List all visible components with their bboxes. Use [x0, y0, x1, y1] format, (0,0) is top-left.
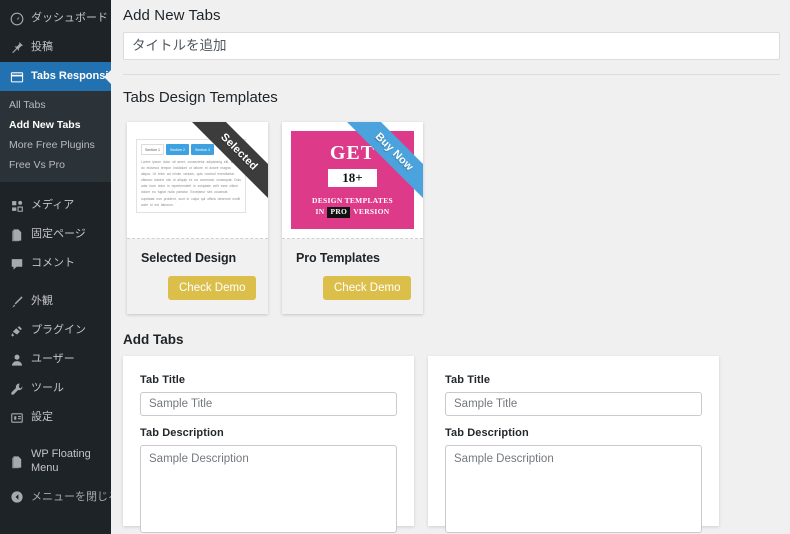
- sidebar-item-label: コメント: [31, 257, 75, 270]
- pro-line2-suffix: VERSION: [353, 207, 390, 216]
- tab-title-label: Tab Title: [445, 374, 491, 386]
- sidebar-item-dashboard[interactable]: ダッシュボード: [0, 4, 111, 33]
- sidebar-item-label: ツール: [31, 382, 64, 395]
- tab-description-label: Tab Description: [445, 427, 529, 439]
- sidebar-collapse-label: メニューを閉じる: [31, 490, 111, 503]
- sidebar-collapse-menu[interactable]: メニューを閉じる: [0, 483, 111, 512]
- pro-line2-prefix: IN: [315, 207, 325, 216]
- template-card-selected-design[interactable]: Section 1 Section 2 Section 3 Lorem ipsu…: [127, 122, 268, 314]
- check-demo-button[interactable]: Check Demo: [323, 276, 412, 300]
- sidebar-item-tools[interactable]: ツール: [0, 374, 111, 403]
- main-content: Add New Tabs Tabs Design Templates Secti…: [111, 0, 790, 534]
- tab-title-input[interactable]: [445, 392, 702, 416]
- sidebar-item-users[interactable]: ユーザー: [0, 345, 111, 374]
- user-icon: [9, 352, 24, 367]
- page-title: Add New Tabs: [123, 7, 221, 24]
- collapse-icon: [9, 490, 24, 505]
- sidebar-divider: [0, 432, 111, 441]
- sidebar-item-plugins[interactable]: プラグイン: [0, 316, 111, 345]
- tab-entry-card: Tab Title Tab Description: [123, 356, 414, 533]
- sidebar-item-free-vs-pro[interactable]: Free Vs Pro: [0, 155, 111, 175]
- tab-description-textarea[interactable]: [140, 445, 397, 533]
- mock-tab: Section 3: [190, 144, 214, 155]
- template-name: Pro Templates: [296, 251, 380, 265]
- template-preview: GET 18+ DESIGN TEMPLATES IN PRO VERSION …: [282, 122, 423, 239]
- mock-tab: Section 1: [141, 144, 164, 155]
- sidebar-item-appearance[interactable]: 外観: [0, 287, 111, 316]
- sidebar-item-label: ダッシュボード: [31, 12, 108, 25]
- mock-tab: Section 2: [165, 144, 189, 155]
- sidebar-item-posts[interactable]: 投稿: [0, 33, 111, 62]
- tab-entry-card: Tab Title Tab Description: [428, 356, 719, 533]
- add-tabs-container: Tab Title Tab Description Tab Title Tab …: [123, 356, 780, 533]
- template-card-pro-templates[interactable]: GET 18+ DESIGN TEMPLATES IN PRO VERSION …: [282, 122, 423, 314]
- sidebar-item-pages[interactable]: 固定ページ: [0, 220, 111, 249]
- sidebar-item-label: 投稿: [31, 41, 53, 54]
- pro-chip: PRO: [327, 207, 351, 218]
- sidebar-item-add-new-tabs[interactable]: Add New Tabs: [0, 115, 111, 135]
- page-icon: [9, 227, 24, 242]
- sidebar-submenu: All Tabs Add New Tabs More Free Plugins …: [0, 91, 111, 182]
- tab-title-label: Tab Title: [140, 374, 186, 386]
- tab-description-label: Tab Description: [140, 427, 224, 439]
- tab-description-textarea[interactable]: [445, 445, 702, 533]
- tools-icon: [9, 381, 24, 396]
- pro-promo-art: GET 18+ DESIGN TEMPLATES IN PRO VERSION: [291, 131, 414, 229]
- pro-get-text: GET: [329, 142, 376, 165]
- sidebar-item-label: プラグイン: [31, 324, 86, 337]
- appearance-icon: [9, 294, 24, 309]
- sidebar-divider: [0, 278, 111, 287]
- mock-tab-list: Section 1 Section 2 Section 3: [141, 144, 241, 155]
- admin-sidebar: ダッシュボード 投稿 Tabs Responsive All Tabs Add …: [0, 0, 111, 534]
- tabs-mock-preview: Section 1 Section 2 Section 3 Lorem ipsu…: [136, 139, 246, 213]
- admin-screen: ダッシュボード 投稿 Tabs Responsive All Tabs Add …: [0, 0, 790, 534]
- template-footer: Pro Templates Check Demo: [282, 239, 423, 314]
- sidebar-item-more-free-plugins[interactable]: More Free Plugins: [0, 135, 111, 155]
- templates-heading: Tabs Design Templates: [123, 89, 278, 106]
- page-icon: [9, 454, 24, 469]
- sidebar-item-label: ユーザー: [31, 353, 75, 366]
- pin-icon: [9, 40, 24, 55]
- sidebar-item-tabs-responsive[interactable]: Tabs Responsive: [0, 62, 111, 91]
- sidebar-item-label: 固定ページ: [31, 228, 86, 241]
- media-icon: [9, 198, 24, 213]
- settings-icon: [9, 410, 24, 425]
- sidebar-item-comments[interactable]: コメント: [0, 249, 111, 278]
- sidebar-divider: [0, 182, 111, 191]
- post-title-input[interactable]: [123, 32, 780, 60]
- sidebar-item-label: WP Floating Menu: [31, 448, 91, 474]
- sidebar-item-label: Tabs Responsive: [31, 70, 111, 83]
- template-footer: Selected Design Check Demo: [127, 239, 268, 314]
- title-field-wrapper: [111, 32, 790, 60]
- pro-line-2: IN PRO VERSION: [316, 207, 390, 218]
- dashboard-icon: [9, 11, 24, 26]
- tab-title-input[interactable]: [140, 392, 397, 416]
- mock-tab-body: Lorem ipsum dolor sit amet, consectetur …: [141, 160, 241, 207]
- sidebar-item-label: 外観: [31, 295, 53, 308]
- sidebar-item-label: メディア: [31, 199, 75, 212]
- check-demo-button[interactable]: Check Demo: [168, 276, 257, 300]
- template-name: Selected Design: [141, 251, 237, 265]
- plugin-icon: [9, 323, 24, 338]
- tabs-icon: [9, 69, 24, 84]
- sidebar-item-wp-floating-menu[interactable]: WP Floating Menu: [0, 441, 111, 483]
- pro-line-1: DESIGN TEMPLATES: [311, 196, 393, 206]
- comment-icon: [9, 256, 24, 271]
- template-preview: Section 1 Section 2 Section 3 Lorem ipsu…: [127, 122, 268, 239]
- templates-container: Section 1 Section 2 Section 3 Lorem ipsu…: [123, 116, 780, 320]
- sidebar-item-media[interactable]: メディア: [0, 191, 111, 220]
- pro-age-badge: 18+: [328, 169, 377, 188]
- sidebar-item-all-tabs[interactable]: All Tabs: [0, 95, 111, 115]
- add-tabs-heading: Add Tabs: [123, 332, 184, 347]
- sidebar-item-label: 設定: [31, 411, 53, 424]
- sidebar-item-settings[interactable]: 設定: [0, 403, 111, 432]
